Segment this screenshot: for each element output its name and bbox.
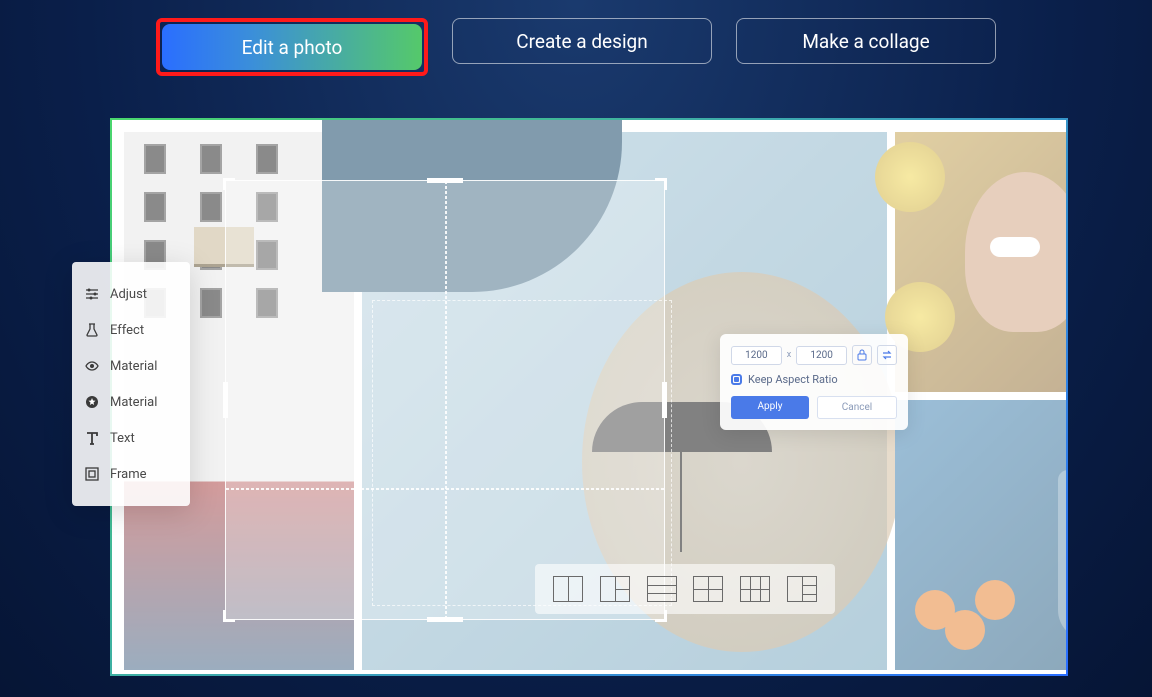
crop-inner-selection[interactable] bbox=[372, 300, 672, 606]
layout-2x2-icon[interactable] bbox=[693, 576, 723, 602]
layout-3x2-icon[interactable] bbox=[740, 576, 770, 602]
edit-photo-button[interactable]: Edit a photo bbox=[162, 24, 422, 70]
sidebar-item-label: Material bbox=[110, 395, 157, 410]
sidebar-item-label: Text bbox=[110, 431, 135, 446]
keep-ratio-checkbox[interactable] bbox=[731, 374, 742, 385]
sliders-icon bbox=[84, 286, 100, 302]
lock-icon[interactable] bbox=[852, 345, 872, 365]
sidebar-item-label: Frame bbox=[110, 467, 147, 482]
sidebar-item-material-1[interactable]: Material bbox=[84, 348, 178, 384]
top-button-row: Edit a photo Create a design Make a coll… bbox=[0, 0, 1152, 76]
crop-handle-top-right[interactable] bbox=[655, 178, 667, 190]
sidebar-item-label: Adjust bbox=[110, 287, 147, 302]
layout-complex-icon[interactable] bbox=[787, 576, 817, 602]
layout-2col-icon[interactable] bbox=[553, 576, 583, 602]
create-design-button[interactable]: Create a design bbox=[452, 18, 712, 64]
sidebar-item-adjust[interactable]: Adjust bbox=[84, 276, 178, 312]
layout-3row-icon[interactable] bbox=[647, 576, 677, 602]
sidebar-item-effect[interactable]: Effect bbox=[84, 312, 178, 348]
width-input[interactable]: 1200 bbox=[731, 346, 782, 365]
keep-ratio-label: Keep Aspect Ratio bbox=[748, 373, 838, 386]
crop-handle-bottom-left[interactable] bbox=[223, 610, 235, 622]
cancel-button[interactable]: Cancel bbox=[817, 396, 897, 419]
sidebar-item-material-2[interactable]: Material bbox=[84, 384, 178, 420]
edit-highlight-box: Edit a photo bbox=[156, 18, 428, 76]
flask-icon bbox=[84, 322, 100, 338]
swap-icon[interactable] bbox=[877, 345, 897, 365]
resize-popup: 1200 x 1200 Keep Aspect Ratio Apply Canc… bbox=[720, 334, 908, 430]
make-collage-button[interactable]: Make a collage bbox=[736, 18, 996, 64]
apply-button[interactable]: Apply bbox=[731, 396, 809, 419]
sidebar-item-label: Material bbox=[110, 359, 157, 374]
text-icon bbox=[84, 430, 100, 446]
layout-template-bar bbox=[535, 564, 835, 614]
sidebar-item-label: Effect bbox=[110, 323, 144, 338]
eye-icon bbox=[84, 358, 100, 374]
dimension-separator: x bbox=[787, 350, 791, 360]
frame-icon bbox=[84, 466, 100, 482]
height-input[interactable]: 1200 bbox=[796, 346, 847, 365]
sidebar-item-text[interactable]: Text bbox=[84, 420, 178, 456]
star-badge-icon bbox=[84, 394, 100, 410]
crop-handle-left[interactable] bbox=[223, 382, 228, 418]
tools-sidebar: Adjust Effect Material Material Text Fra… bbox=[72, 262, 190, 506]
layout-split-right-icon[interactable] bbox=[600, 576, 630, 602]
sidebar-item-frame[interactable]: Frame bbox=[84, 456, 178, 492]
crop-handle-top-left[interactable] bbox=[223, 178, 235, 190]
